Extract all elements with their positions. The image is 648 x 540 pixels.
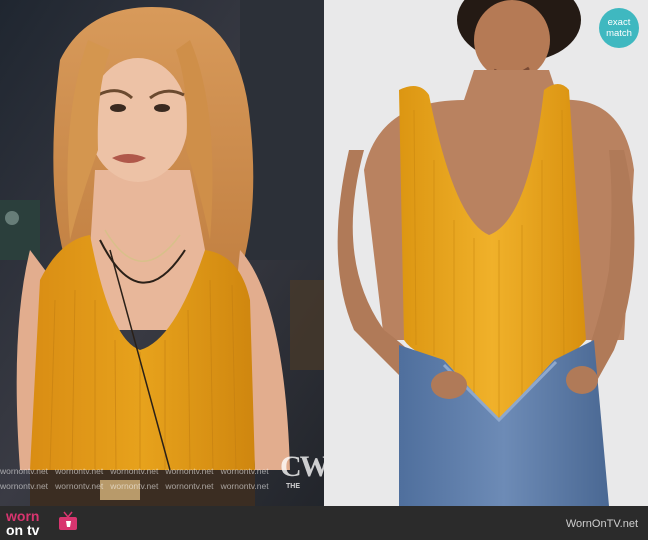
tv-still-illustration bbox=[0, 0, 324, 506]
badge-line1: exact bbox=[607, 17, 631, 28]
network-logo: CW THE bbox=[280, 452, 330, 491]
site-name[interactable]: WornOnTV.net bbox=[566, 518, 638, 530]
brand-line2: on tv bbox=[6, 522, 40, 538]
tv-watermark-row: wornontv.net wornontv.net wornontv.net w… bbox=[0, 481, 269, 491]
brand-logo[interactable]: worn on tv bbox=[6, 509, 39, 537]
tv-icon bbox=[59, 511, 77, 530]
badge-line2: match bbox=[606, 28, 632, 39]
brand-line1: worn bbox=[6, 508, 40, 524]
product-photo bbox=[324, 0, 648, 506]
product-illustration bbox=[324, 0, 648, 506]
exact-match-badge: exact match bbox=[599, 8, 639, 48]
tv-watermark-row: wornontv.net wornontv.net wornontv.net w… bbox=[0, 466, 269, 476]
tv-still-photo bbox=[0, 0, 324, 506]
network-logo-small: THE bbox=[286, 483, 300, 490]
footer-bar: worn on tv WornOnTV.net bbox=[0, 506, 648, 540]
